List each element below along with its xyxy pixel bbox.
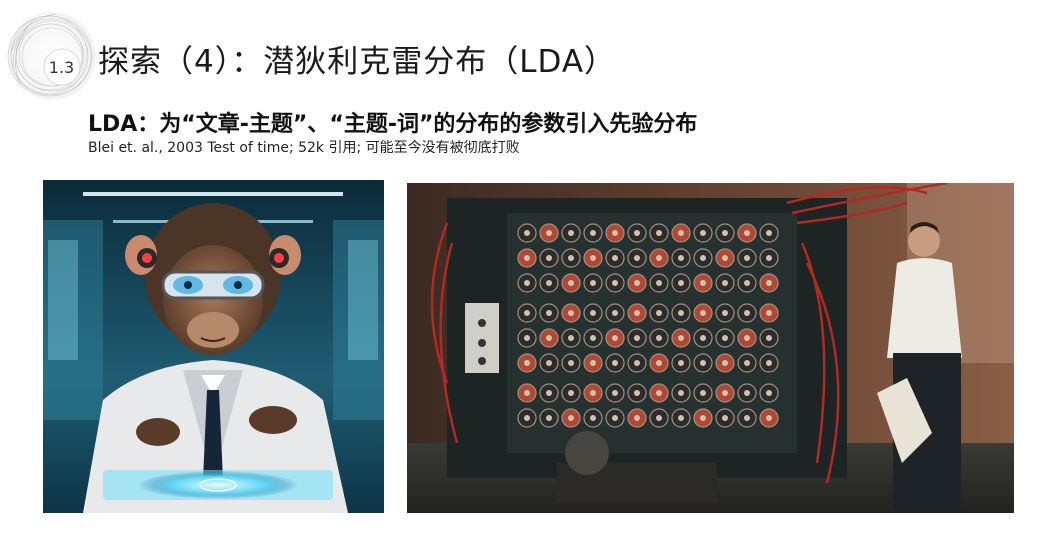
citation-text: Blei et. al., 2003 Test of time; 52k 引用;… — [88, 140, 520, 156]
slide-title: 探索（4）：潜狄利克雷分布（LDA） — [98, 44, 617, 80]
monkey-scientist-image — [43, 180, 384, 513]
rotor-machine-image — [407, 183, 1014, 513]
slide-subtitle: LDA：为“文章-主题”、“主题-词”的分布的参数引入先验分布 — [88, 112, 698, 137]
section-number: 1.3 — [48, 58, 75, 77]
section-badge: 1.3 — [6, 10, 98, 102]
